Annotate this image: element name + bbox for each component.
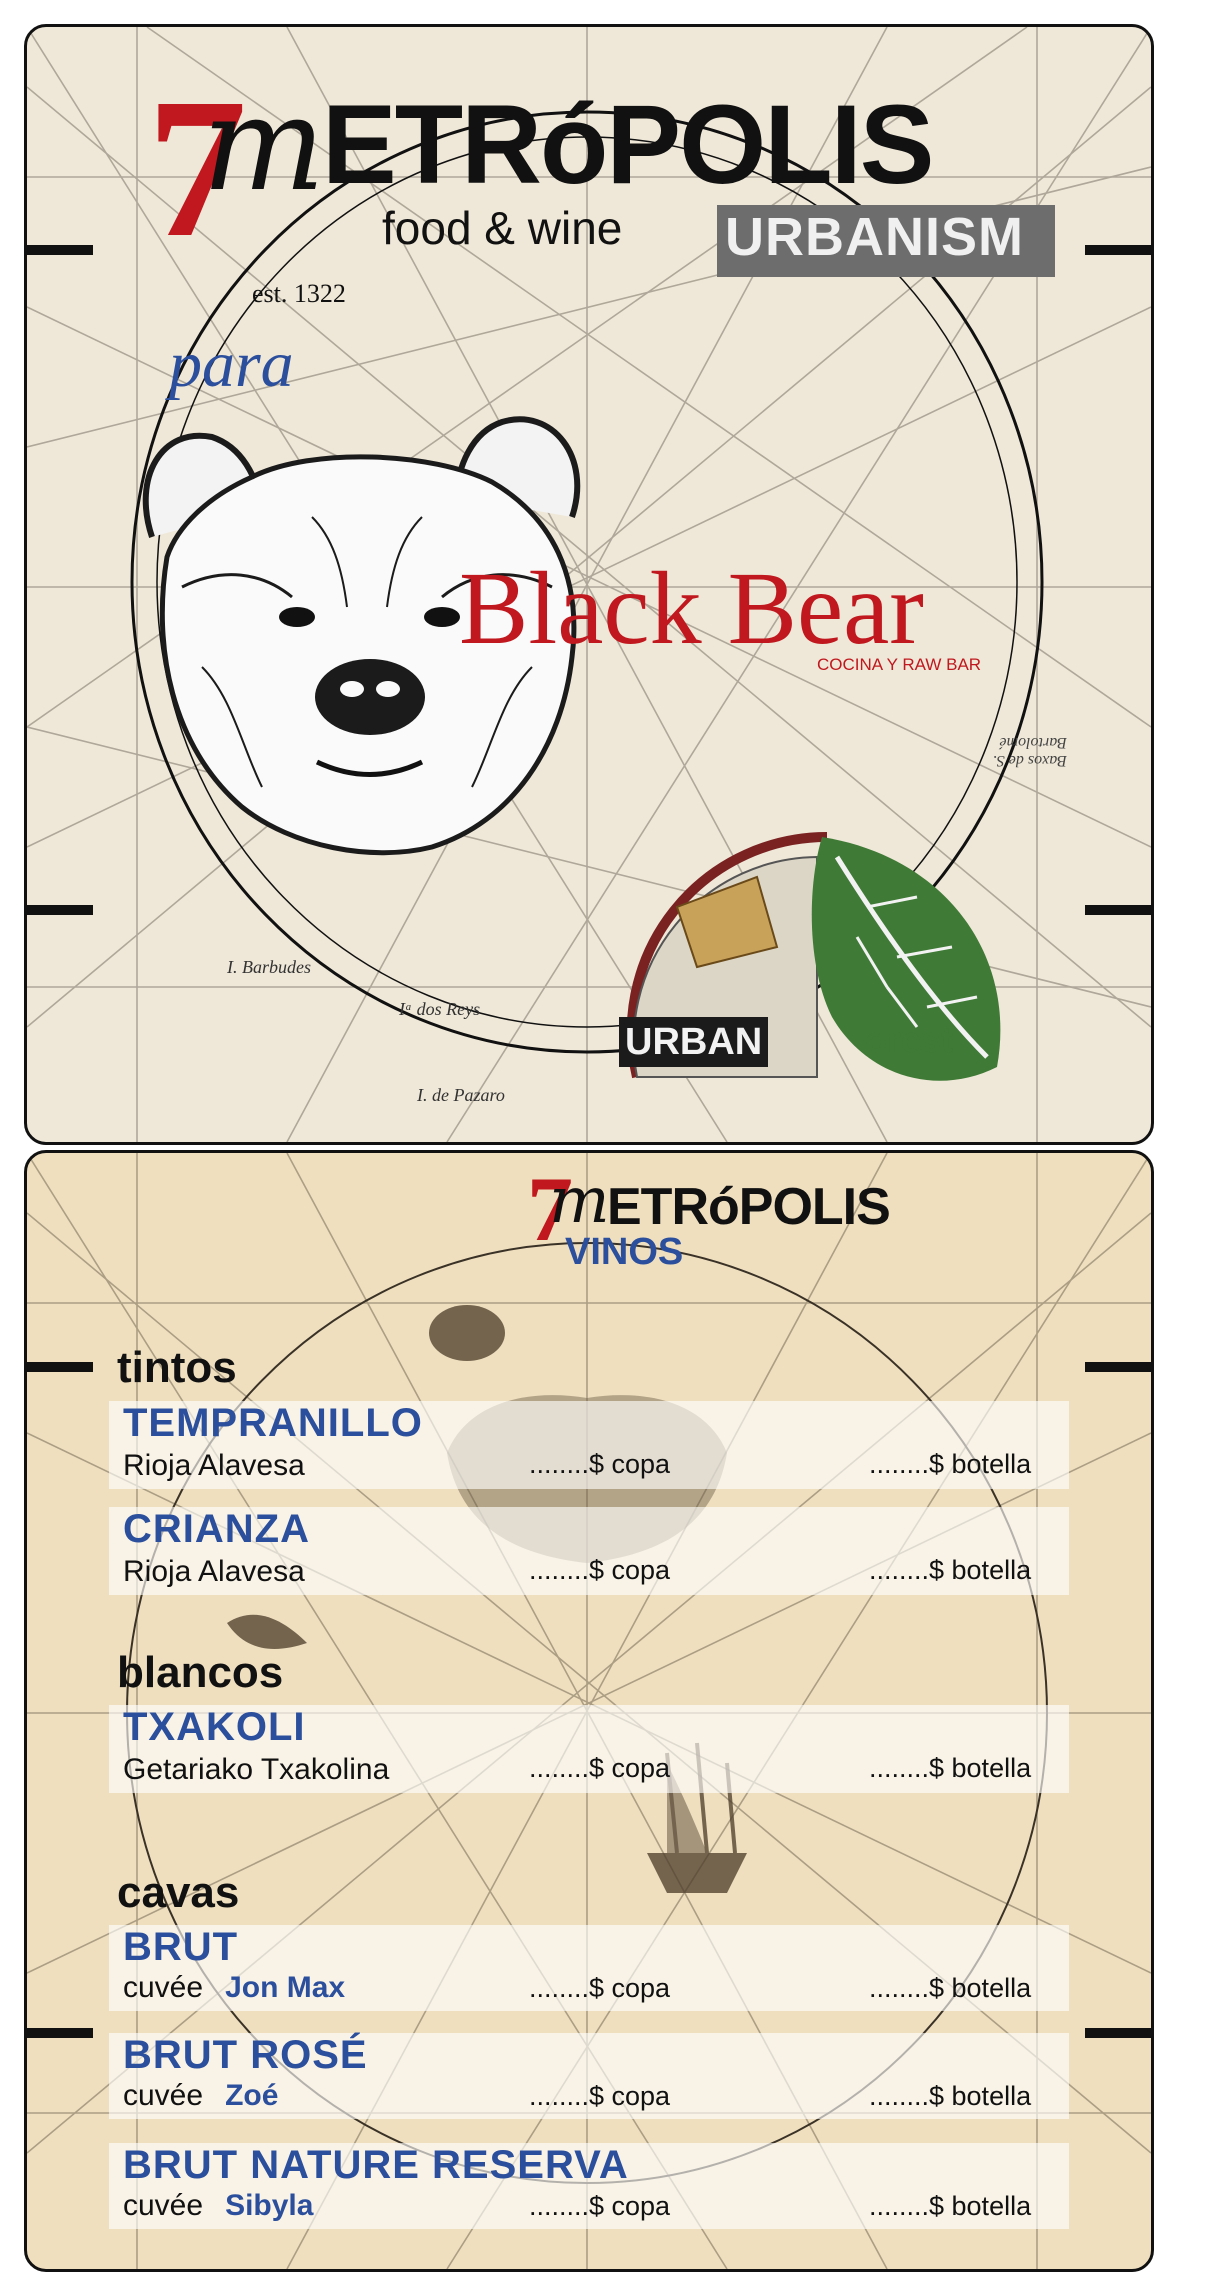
cuvee-label: cuvée bbox=[123, 2079, 204, 2112]
wine-region: Rioja Alavesa bbox=[123, 1555, 305, 1588]
price-botella: ........$ botella bbox=[869, 1753, 1032, 1783]
margin-tick bbox=[1085, 905, 1151, 915]
price-botella: ........$ botella bbox=[869, 2191, 1032, 2221]
cuvee-label: cuvée bbox=[123, 1971, 204, 2004]
wine-menu-panel: 7 m ETRóPOLIS VINOS tintos TEMPRANILLO R… bbox=[24, 1150, 1154, 2272]
wine-name: BRUT NATURE RESERVA bbox=[123, 2143, 629, 2187]
metropolis-logo: 7 m ETRóPOLIS food & wine URBANISM est. … bbox=[127, 68, 1107, 309]
map-label: Iᵃ dos Reys bbox=[399, 999, 481, 1019]
wine-item: TEMPRANILLO Rioja Alavesa ........$ copa… bbox=[109, 1401, 1069, 1489]
wine-region: Getariako Txakolina bbox=[123, 1753, 390, 1786]
price-copa: ........$ copa bbox=[529, 1973, 671, 2003]
cover-panel: 7 m ETRóPOLIS food & wine URBANISM est. … bbox=[24, 24, 1154, 1145]
price-copa: ........$ copa bbox=[529, 2191, 671, 2221]
metropolis-vinos-logo: 7 m ETRóPOLIS VINOS bbox=[507, 1163, 1047, 1283]
vinos-title: VINOS bbox=[565, 1231, 684, 1273]
wine-item: CRIANZA Rioja Alavesa ........$ copa ...… bbox=[109, 1507, 1069, 1595]
wine-item: BRUT cuvée Jon Max ........$ copa .......… bbox=[109, 1925, 1069, 2011]
cuvee-label: cuvée bbox=[123, 2189, 204, 2222]
wine-item: BRUT NATURE RESERVA cuvée Sibyla ........… bbox=[109, 2143, 1069, 2229]
logo-wordmark: ETRóPOLIS bbox=[607, 1178, 891, 1236]
urban-forest-orest: orest bbox=[865, 1019, 954, 1060]
price-copa: ........$ copa bbox=[529, 1449, 671, 1479]
black-bear-subtitle: COCINA Y RAW BAR bbox=[817, 655, 982, 674]
margin-tick bbox=[27, 2028, 93, 2038]
price-botella: ........$ botella bbox=[869, 1973, 1032, 2003]
price-botella: ........$ botella bbox=[869, 1555, 1032, 1585]
wine-name: BRUT ROSÉ bbox=[123, 2033, 368, 2077]
black-bear-title: Black Bear bbox=[459, 551, 924, 666]
margin-tick bbox=[27, 905, 93, 915]
section-title-blancos: blancos bbox=[117, 1648, 284, 1697]
map-label: I. Barbudes bbox=[227, 957, 311, 977]
logo-script-m: m bbox=[202, 68, 326, 220]
urbanism-badge: URBANISM bbox=[717, 205, 1055, 277]
map-label: Baxos de S. Bartolomé bbox=[992, 734, 1067, 769]
cuvee-name: Zoé bbox=[225, 2079, 279, 2112]
price-copa: ........$ copa bbox=[529, 1753, 671, 1783]
urban-forest-logo bbox=[626, 831, 1001, 1081]
margin-tick bbox=[27, 1362, 93, 1372]
margin-tick bbox=[1085, 2028, 1151, 2038]
price-copa: ........$ copa bbox=[529, 1555, 671, 1585]
cuvee-name: Jon Max bbox=[225, 1971, 346, 2004]
map-label: I. de Pazaro bbox=[417, 1085, 505, 1105]
price-botella: ........$ botella bbox=[869, 1449, 1032, 1479]
established-year: est. 1322 bbox=[252, 279, 346, 308]
wine-name: BRUT bbox=[123, 1925, 239, 1969]
wine-cuvee-line: cuvée Sibyla bbox=[123, 2189, 313, 2223]
cuvee-name: Sibyla bbox=[225, 2189, 314, 2222]
logo-script-m: m bbox=[549, 1164, 610, 1238]
wine-name: TXAKOLI bbox=[123, 1705, 306, 1749]
margin-tick bbox=[1085, 1362, 1151, 1372]
price-botella: ........$ botella bbox=[869, 2081, 1032, 2111]
wine-item: TXAKOLI Getariako Txakolina ........$ co… bbox=[109, 1705, 1069, 1793]
margin-tick bbox=[27, 245, 93, 255]
wine-item: BRUT ROSÉ cuvée Zoé ........$ copa ......… bbox=[109, 2033, 1069, 2119]
wine-cuvee-line: cuvée Zoé bbox=[123, 2079, 278, 2113]
logo-tagline: food & wine bbox=[382, 202, 623, 254]
urban-forest-urban: URBAN bbox=[619, 1017, 769, 1067]
price-copa: ........$ copa bbox=[529, 2081, 671, 2111]
wine-name: TEMPRANILLO bbox=[123, 1401, 423, 1445]
logo-wordmark: ETRóPOLIS bbox=[322, 82, 934, 207]
section-title-cavas: cavas bbox=[117, 1868, 240, 1917]
wine-cuvee-line: cuvée Jon Max bbox=[123, 1971, 345, 2005]
section-title-tintos: tintos bbox=[117, 1343, 237, 1392]
wine-region: Rioja Alavesa bbox=[123, 1449, 305, 1482]
wine-name: CRIANZA bbox=[123, 1507, 310, 1551]
